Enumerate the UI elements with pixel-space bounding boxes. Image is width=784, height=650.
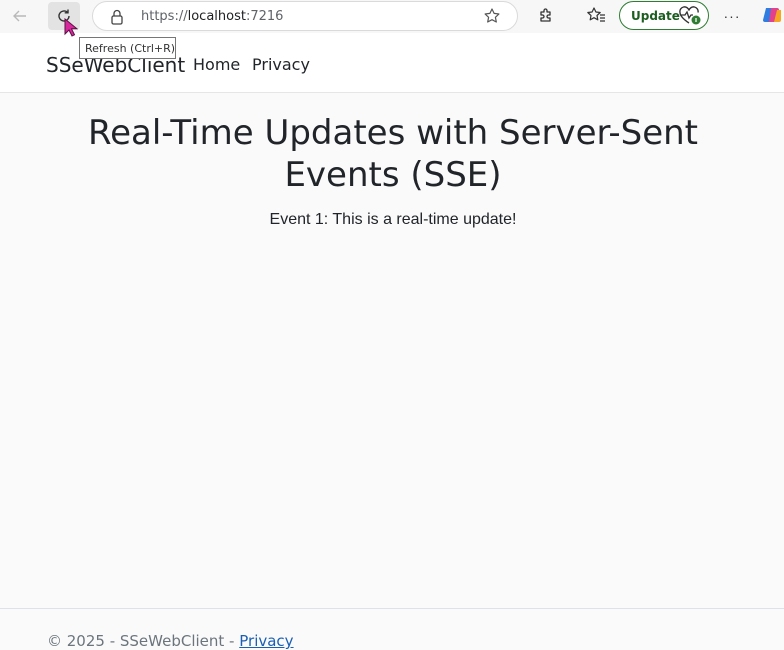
more-button[interactable]: ··· [720, 4, 744, 28]
url-text: https://localhost:7216 [141, 9, 284, 24]
page-title: Real-Time Updates with Server-Sent Event… [87, 113, 699, 195]
footer-copyright: © 2025 - SSeWebClient - [47, 632, 240, 650]
extensions-button[interactable] [534, 3, 558, 27]
star-icon[interactable] [483, 7, 501, 25]
copilot-icon [763, 8, 781, 22]
heart-pulse-icon [679, 6, 701, 25]
extensions-icon [540, 8, 551, 22]
mouse-cursor-icon [64, 18, 78, 37]
footer-text: © 2025 - SSeWebClient - Privacy [47, 632, 294, 650]
back-button[interactable] [6, 2, 34, 30]
lock-icon [111, 9, 123, 25]
refresh-tooltip: Refresh (Ctrl+R) [79, 37, 176, 59]
back-icon [13, 10, 26, 22]
update-button[interactable]: Update [619, 1, 709, 30]
more-icon: ··· [723, 8, 741, 24]
footer-privacy-link[interactable]: Privacy [239, 632, 293, 650]
site-footer: © 2025 - SSeWebClient - Privacy [0, 608, 784, 650]
nav-privacy-link[interactable]: Privacy [252, 55, 310, 74]
favorites-button[interactable] [584, 3, 608, 27]
browser-toolbar: https://localhost:7216 Update ··· [0, 0, 784, 33]
copilot-button[interactable] [760, 3, 784, 27]
favorites-icon [587, 7, 605, 22]
nav-home-link[interactable]: Home [193, 55, 240, 74]
update-label: Update [631, 9, 680, 23]
event-message: Event 1: This is a real-time update! [269, 211, 517, 228]
address-bar[interactable]: https://localhost:7216 [92, 1, 518, 31]
